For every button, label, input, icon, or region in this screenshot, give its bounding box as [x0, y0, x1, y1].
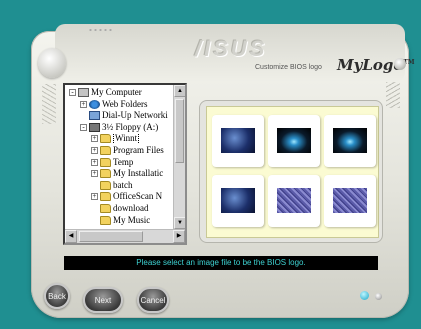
- expand-icon[interactable]: +: [91, 193, 98, 201]
- brand-logo: /ISUS: [195, 36, 268, 61]
- folder-icon: [100, 180, 111, 190]
- thumbnail-image: [277, 188, 311, 213]
- tree-item-label: batch: [113, 179, 133, 190]
- tree-item-label: Web Folders: [102, 98, 148, 109]
- window-knob-left: [38, 48, 66, 78]
- tree-item-label: Temp: [113, 156, 134, 167]
- dialup-icon: [89, 111, 100, 121]
- scroll-left-arrow-icon[interactable]: ◀: [65, 230, 77, 243]
- tree-item[interactable]: - My Computer: [69, 87, 142, 98]
- tree-item-label: My Music: [113, 214, 151, 225]
- back-button[interactable]: Back: [44, 283, 70, 309]
- folder-icon: [100, 157, 111, 167]
- tree-item[interactable]: - 3½ Floppy (A:): [80, 122, 158, 133]
- computer-icon: [78, 88, 89, 97]
- app-title: MyLogoTM: [337, 56, 414, 78]
- status-indicator-icon: [360, 291, 369, 300]
- window-caption: Customize BIOS logo: [255, 64, 322, 71]
- tree-item-label: My Computer: [91, 87, 142, 97]
- tree-item[interactable]: + My Installatic: [91, 168, 163, 179]
- next-button[interactable]: Next: [83, 287, 123, 313]
- tree-item-label: Dial-Up Networki: [102, 110, 168, 121]
- collapse-icon[interactable]: -: [80, 123, 87, 131]
- scroll-down-arrow-icon[interactable]: ▼: [174, 217, 185, 229]
- image-preview-panel: [206, 106, 379, 238]
- tree-item[interactable]: download: [91, 203, 149, 214]
- tree-item[interactable]: batch: [91, 180, 133, 191]
- tree-item-label: My Installatic: [113, 168, 164, 179]
- tree-item[interactable]: + Winnt: [91, 133, 140, 145]
- windows-logo-thumbnail-2[interactable]: [212, 175, 264, 227]
- blue-logo-thumbnail-2[interactable]: [324, 115, 376, 167]
- expand-icon[interactable]: +: [80, 100, 87, 108]
- tree-item-label: OfficeScan N: [113, 191, 163, 202]
- windows-logo-thumbnail[interactable]: [212, 115, 264, 167]
- tree-item-label: 3½ Floppy (A:): [102, 121, 159, 132]
- thumbnail-image: [333, 188, 367, 213]
- expand-icon[interactable]: +: [91, 135, 98, 143]
- purple-texture-thumbnail-2[interactable]: [324, 175, 376, 227]
- thumbnail-image: [221, 188, 255, 213]
- tree-item[interactable]: + Program Files: [91, 145, 164, 156]
- tree-vertical-scrollbar[interactable]: ▲ ▼: [173, 85, 185, 229]
- tree-item[interactable]: My Music: [91, 215, 150, 226]
- folder-icon: [100, 134, 111, 144]
- collapse-icon[interactable]: -: [69, 89, 76, 96]
- web-folders-icon: [89, 99, 100, 109]
- thumbnail-image: [277, 128, 311, 153]
- purple-texture-thumbnail-1[interactable]: [268, 175, 320, 227]
- tree-item-label: Program Files: [113, 145, 164, 155]
- secondary-indicator-icon: [375, 293, 382, 300]
- right-grip: [386, 82, 400, 108]
- folder-icon: [100, 146, 111, 155]
- scroll-right-arrow-icon[interactable]: ▶: [173, 230, 185, 243]
- expand-icon[interactable]: +: [91, 170, 98, 178]
- floppy-icon: [89, 122, 100, 132]
- decorative-dots: [88, 28, 112, 32]
- folder-icon: [100, 204, 111, 213]
- folder-icon: [100, 169, 111, 179]
- thumbnail-image: [221, 128, 255, 153]
- thumbnail-image: [333, 128, 367, 153]
- expand-icon[interactable]: +: [91, 158, 98, 166]
- folder-tree-list: - My Computer + Web Folders Dial-Up Networki…: [65, 85, 175, 229]
- scroll-up-arrow-icon[interactable]: ▲: [174, 85, 185, 97]
- tree-horizontal-scrollbar[interactable]: ◀ ▶: [65, 229, 185, 243]
- folder-icon: [100, 192, 111, 202]
- left-grip: [42, 84, 56, 124]
- expand-icon[interactable]: +: [91, 147, 98, 154]
- cancel-button[interactable]: Cancel: [137, 287, 169, 313]
- tree-item-label: Winnt: [113, 133, 140, 145]
- status-bar: Please select an image file to be the BI…: [64, 256, 378, 270]
- blue-logo-thumbnail-1[interactable]: [268, 115, 320, 167]
- tree-item[interactable]: + Temp: [91, 157, 133, 168]
- tree-item[interactable]: + Web Folders: [80, 99, 148, 110]
- window-close-knob[interactable]: [394, 58, 406, 70]
- tree-item[interactable]: Dial-Up Networki: [80, 110, 168, 121]
- tree-item-label: download: [113, 203, 149, 213]
- folder-icon: [100, 215, 111, 225]
- folder-tree[interactable]: - My Computer + Web Folders Dial-Up Networki…: [63, 83, 187, 245]
- tree-item[interactable]: + OfficeScan N: [91, 191, 162, 202]
- vertical-scroll-thumb[interactable]: [175, 99, 184, 163]
- horizontal-scroll-thumb[interactable]: [79, 231, 143, 242]
